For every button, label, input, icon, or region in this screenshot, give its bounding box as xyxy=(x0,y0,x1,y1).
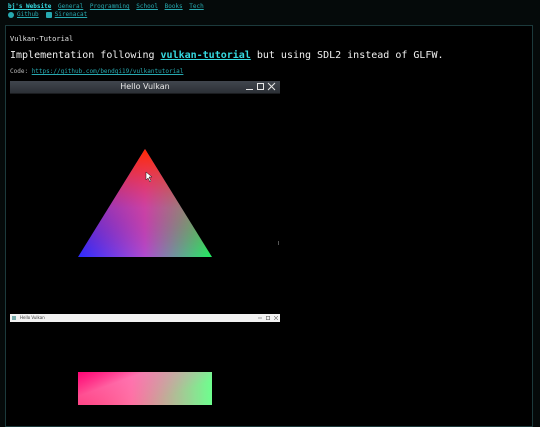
maximize-icon xyxy=(266,316,270,320)
minimize-icon xyxy=(258,317,262,319)
minimize-icon xyxy=(246,89,253,90)
rgb-quad-render xyxy=(78,372,212,405)
nav-general[interactable]: General xyxy=(58,3,83,10)
nav-programming[interactable]: Programming xyxy=(90,3,130,10)
vulkan-tutorial-link[interactable]: vulkan-tutorial xyxy=(161,50,251,61)
app-icon xyxy=(12,316,16,320)
site-title-link[interactable]: bj's Website xyxy=(8,3,51,10)
window2-title: Hello Vulkan xyxy=(20,315,45,320)
vulkan-window-screenshot: Hello Vulkan xyxy=(10,81,280,313)
close-icon xyxy=(267,82,276,91)
resize-handle xyxy=(278,241,279,245)
lead-text-after: but using SDL2 instead of GLFW. xyxy=(250,50,444,61)
section-title: Vulkan-Tutorial xyxy=(10,35,74,43)
code-repo-link[interactable]: https://github.com/bendgi19/vulkantutori… xyxy=(32,68,184,75)
top-nav: bj's Website General Programming School … xyxy=(8,3,204,11)
code-label: Code: xyxy=(10,68,32,75)
sirenacat-icon xyxy=(45,12,52,18)
window-title: Hello Vulkan xyxy=(120,82,170,91)
github-link[interactable]: Github xyxy=(17,11,39,19)
maximize-icon xyxy=(257,83,264,90)
github-icon xyxy=(8,12,14,18)
window2-titlebar: Hello Vulkan xyxy=(10,314,280,322)
vulkan-window-screenshot-2: Hello Vulkan xyxy=(10,314,280,405)
site-header: bj's Website General Programming School … xyxy=(8,3,204,19)
code-line: Code: https://github.com/bendgi19/vulkan… xyxy=(10,68,183,75)
lead-paragraph: Implementation following vulkan-tutorial… xyxy=(10,50,443,61)
sirenacat-link[interactable]: Sirenacat xyxy=(55,11,88,19)
nav-books[interactable]: Books xyxy=(165,3,183,10)
nav-tech[interactable]: Tech xyxy=(189,3,203,10)
close-icon xyxy=(274,316,278,320)
lead-text-before: Implementation following xyxy=(10,50,161,61)
rgb-triangle-render xyxy=(78,149,212,257)
social-links: Github Sirenacat xyxy=(8,11,204,19)
nav-school[interactable]: School xyxy=(136,3,158,10)
